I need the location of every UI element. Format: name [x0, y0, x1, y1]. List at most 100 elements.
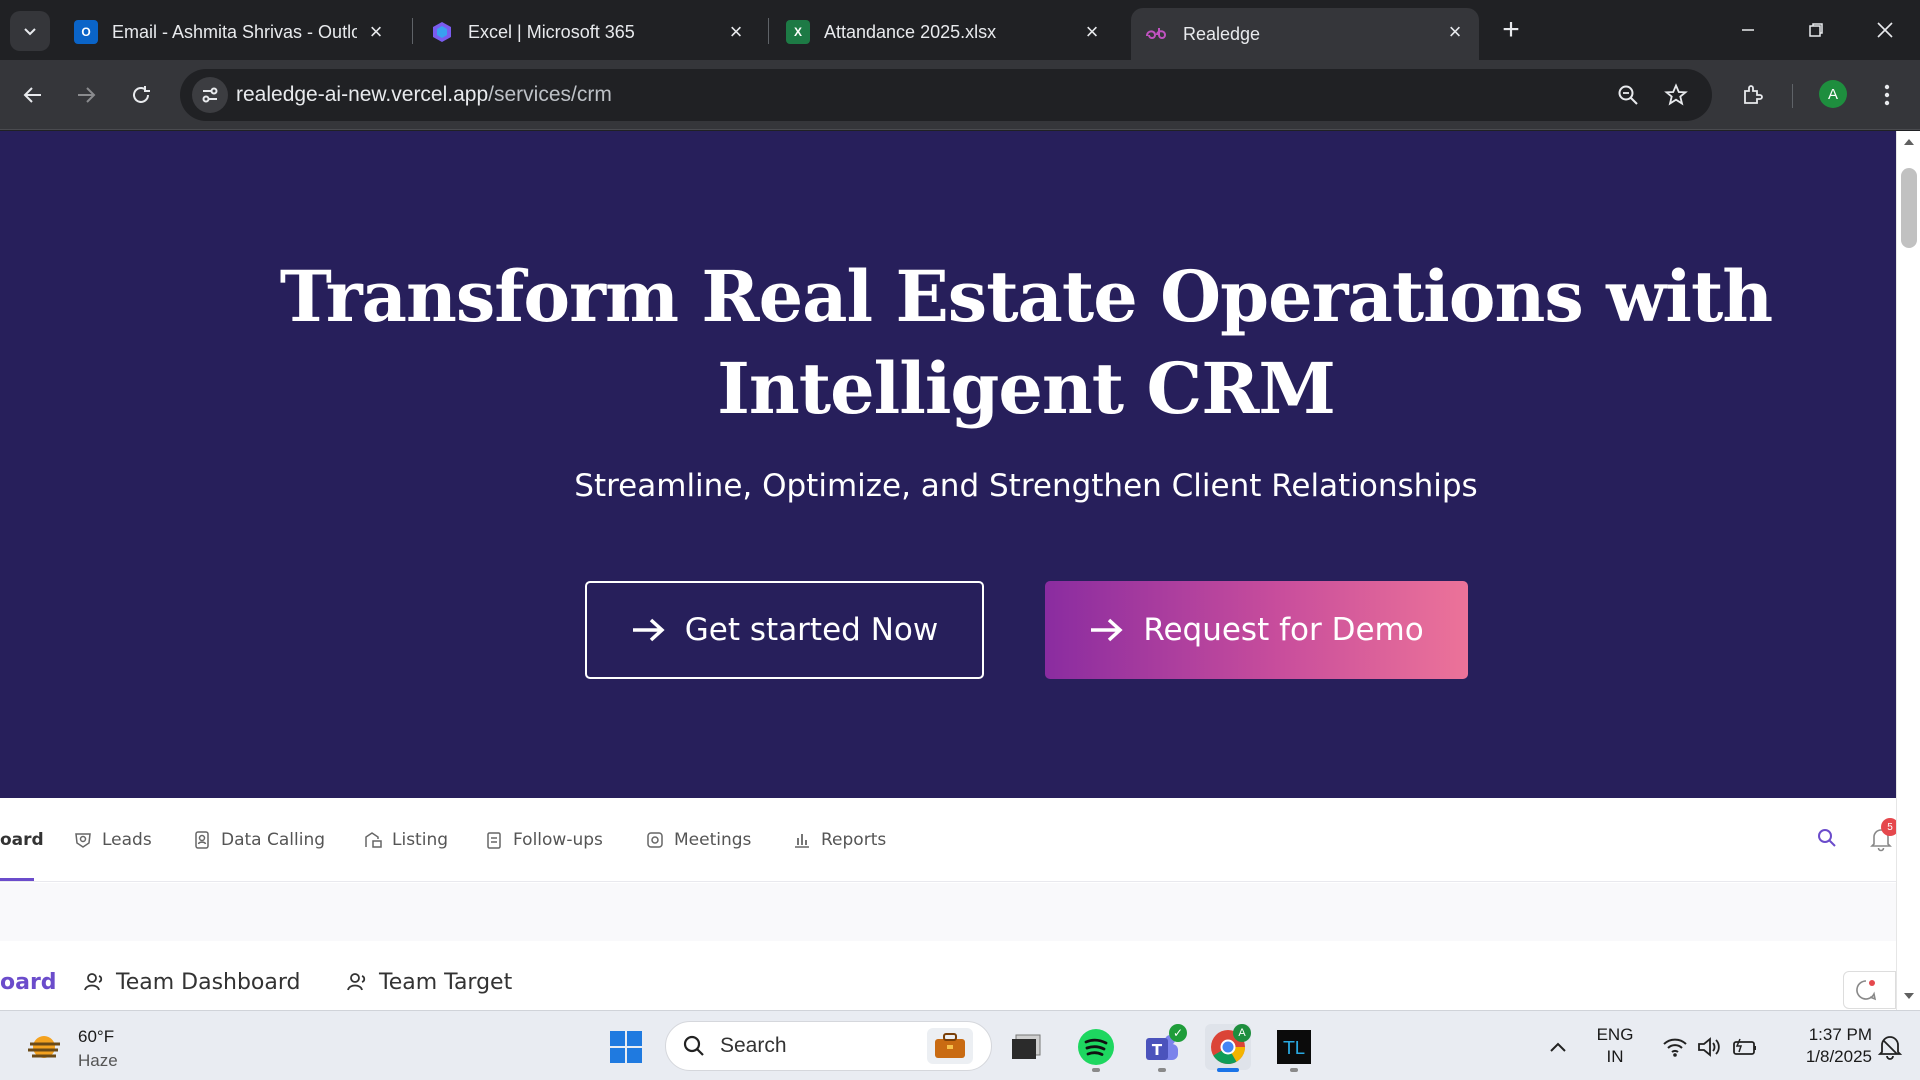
hero-subtitle: Streamline, Optimize, and Strengthen Cli… [574, 468, 1478, 504]
notification-center-button[interactable] [1870, 1024, 1910, 1070]
arrow-right-icon [632, 618, 665, 642]
tab-divider [768, 18, 769, 44]
task-view-app[interactable] [1003, 1024, 1049, 1070]
scroll-down-icon[interactable] [1902, 991, 1916, 1001]
spotify-app[interactable] [1073, 1024, 1119, 1070]
search-button[interactable] [1815, 826, 1841, 852]
speaker-icon [1698, 1037, 1720, 1057]
running-indicator [1290, 1068, 1298, 1072]
phone-book-icon [195, 831, 209, 849]
more-vertical-icon [1884, 84, 1890, 106]
chat-icon [1856, 980, 1877, 1001]
hero-title: Transform Real Estate Operations with In… [0, 251, 1896, 435]
haze-icon [28, 1036, 60, 1058]
arrow-right-icon [78, 87, 96, 103]
battery-icon [1733, 1038, 1756, 1055]
close-icon[interactable]: × [364, 19, 388, 44]
running-indicator [1092, 1068, 1100, 1072]
nav-item-leads[interactable]: Leads [73, 826, 152, 854]
teams-app[interactable]: T ✓ [1139, 1024, 1187, 1070]
tab-divider [412, 18, 413, 44]
subnav-team-target[interactable]: Team Target [345, 967, 512, 997]
clock[interactable]: 1:37 PM 1/8/2025 [1772, 1024, 1872, 1068]
nav-item-meetings[interactable]: Meetings [645, 826, 751, 854]
tab-realedge[interactable]: Realedge × [1131, 8, 1479, 60]
request-demo-button[interactable]: Request for Demo [1045, 581, 1468, 679]
nav-item-reports[interactable]: Reports [792, 826, 886, 854]
minimize-icon [1742, 29, 1754, 31]
show-hidden-icons-button[interactable] [1535, 1024, 1581, 1070]
close-icon[interactable]: × [1443, 19, 1467, 44]
restore-button[interactable] [1786, 6, 1846, 54]
url-path: /services/crm [488, 83, 612, 106]
page-scrollbar[interactable] [1896, 131, 1920, 1010]
back-button[interactable] [12, 74, 54, 116]
scrollbar-thumb[interactable] [1901, 168, 1917, 248]
address-bar[interactable]: realedge-ai-new.vercel.app/services/crm [180, 69, 1712, 121]
star-icon [1664, 83, 1688, 106]
browser-toolbar: realedge-ai-new.vercel.app/services/crm … [0, 60, 1920, 130]
wifi-icon [1663, 1038, 1687, 1057]
subnav-team-dashboard[interactable]: Team Dashboard [82, 967, 301, 997]
forward-button[interactable] [65, 74, 107, 116]
search-icon [1818, 829, 1836, 847]
profile-avatar[interactable]: A [1819, 80, 1847, 108]
browser-menu-button[interactable] [1866, 74, 1908, 116]
bookmark-button[interactable] [1660, 79, 1692, 111]
minimize-button[interactable] [1718, 6, 1778, 54]
reload-button[interactable] [120, 74, 162, 116]
chat-widget-button[interactable] [1843, 971, 1896, 1009]
nav-item-dashboard[interactable]: oard [0, 826, 44, 854]
subnav-label: Team Target [379, 969, 513, 995]
crm-preview-header-band [0, 883, 1896, 941]
region: IN [1606, 1047, 1624, 1066]
extensions-button[interactable] [1732, 74, 1774, 116]
reload-icon [133, 86, 150, 103]
nav-label: Follow-ups [513, 830, 603, 850]
tab-title: Email - Ashmita Shrivas - Outlook [112, 21, 357, 42]
tab-excel-365[interactable]: Excel | Microsoft 365 × [416, 8, 760, 56]
listing-icon [365, 832, 382, 848]
scroll-up-icon[interactable] [1902, 137, 1916, 147]
system-tray-quick-settings[interactable] [1650, 1024, 1770, 1070]
language-indicator[interactable]: ENG IN [1590, 1024, 1640, 1068]
get-started-button[interactable]: Get started Now [585, 581, 984, 679]
close-icon[interactable]: × [724, 19, 748, 44]
nav-item-data-calling[interactable]: Data Calling [192, 826, 325, 854]
spotify-icon [1078, 1029, 1114, 1065]
notification-bell-icon [1877, 1036, 1903, 1060]
close-window-button[interactable] [1855, 6, 1915, 54]
site-info-button[interactable] [192, 77, 228, 113]
nav-item-listing[interactable]: Listing [363, 826, 448, 854]
active-indicator [1217, 1068, 1239, 1072]
active-tab-indicator [0, 878, 34, 881]
nav-label: Reports [821, 830, 887, 850]
tab-attendance-xlsx[interactable]: X Attandance 2025.xlsx × [772, 8, 1116, 56]
language: ENG [1596, 1025, 1634, 1044]
new-tab-button[interactable]: + [1493, 12, 1529, 48]
zoom-button[interactable] [1612, 79, 1644, 111]
tl-app[interactable]: TL [1271, 1024, 1317, 1070]
leads-icon [75, 833, 91, 848]
zoom-icon [1618, 85, 1638, 105]
toolbar-divider [1792, 84, 1793, 108]
start-button[interactable] [603, 1024, 649, 1070]
tab-search-button[interactable] [10, 11, 50, 51]
bar-chart-icon [795, 834, 809, 848]
nav-label: Meetings [674, 830, 752, 850]
puzzle-icon [1744, 85, 1763, 104]
tab-outlook[interactable]: O Email - Ashmita Shrivas - Outlook × [60, 8, 400, 56]
svg-text:TL: TL [1282, 1038, 1304, 1059]
weather-widget[interactable]: 60°F Haze [26, 1025, 118, 1073]
chrome-app[interactable]: A [1205, 1024, 1251, 1070]
subnav-label: oard [0, 969, 57, 995]
taskbar-search[interactable]: Search [665, 1021, 992, 1071]
url-text[interactable]: realedge-ai-new.vercel.app/services/crm [236, 83, 612, 107]
realedge-icon [1145, 22, 1169, 46]
arrow-left-icon [23, 87, 41, 103]
outlook-icon: O [74, 20, 98, 44]
subnav-dashboard[interactable]: oard [0, 967, 57, 997]
nav-item-follow-ups[interactable]: Follow-ups [484, 826, 603, 854]
nav-label: oard [0, 830, 44, 850]
close-icon[interactable]: × [1080, 19, 1104, 44]
